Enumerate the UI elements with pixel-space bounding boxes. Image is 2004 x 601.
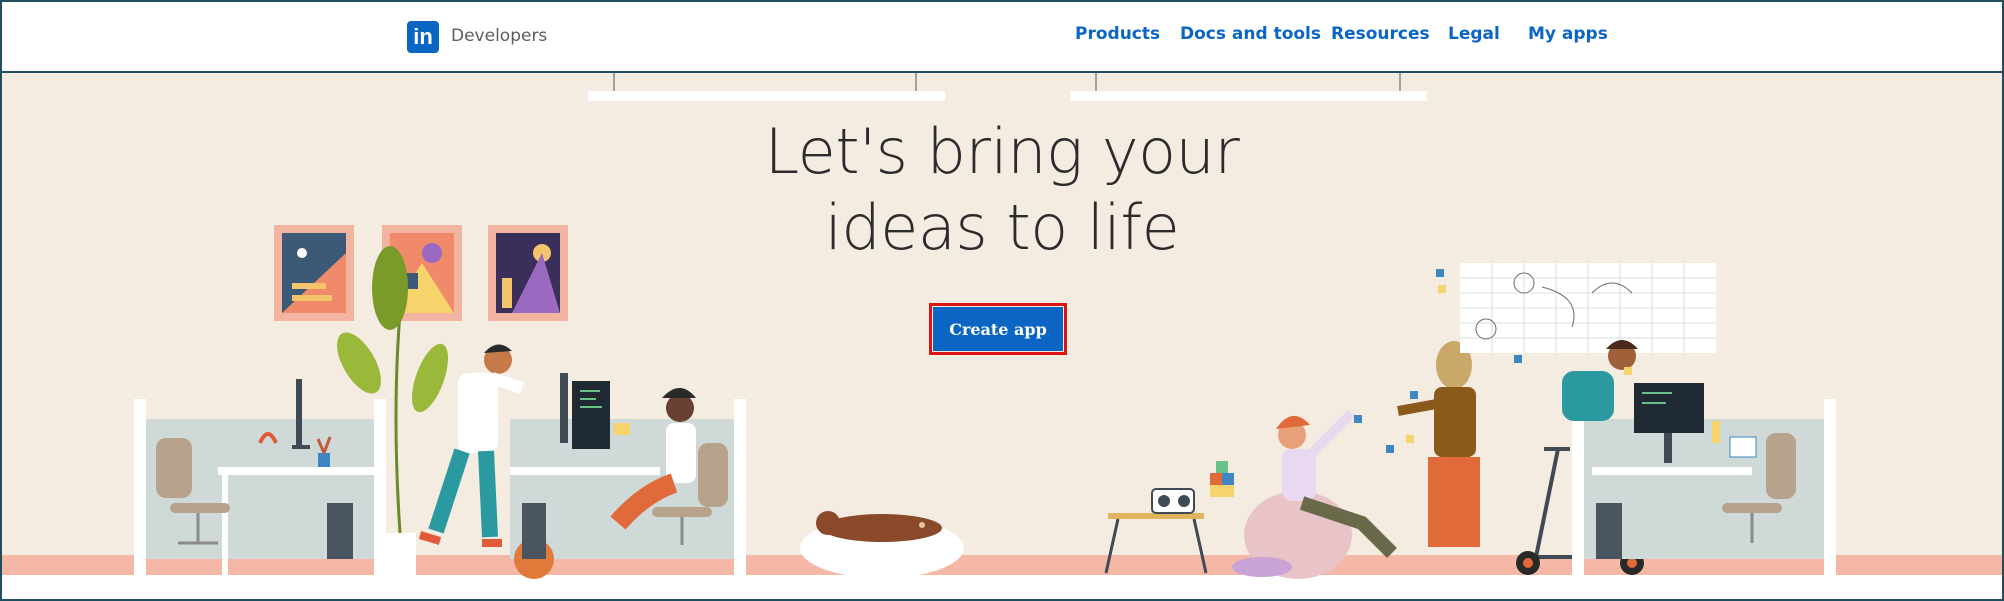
nav-my-apps[interactable]: My apps — [1528, 24, 1608, 44]
ceiling-lights — [588, 73, 1427, 101]
hero-headline-line-2: ideas to life — [824, 191, 1180, 264]
browser-viewport: in Developers Products Docs and tools Re… — [0, 0, 2004, 601]
linkedin-logo-icon[interactable]: in — [407, 21, 439, 53]
nav-products[interactable]: Products — [1075, 24, 1160, 44]
nav-docs-and-tools[interactable]: Docs and tools — [1180, 24, 1321, 44]
brand-name[interactable]: Developers — [451, 26, 547, 46]
floor — [2, 575, 2002, 599]
hero-headline-line-1: Let's bring your — [764, 115, 1240, 188]
dog-on-bed — [800, 511, 964, 578]
person-on-beanbag — [1232, 409, 1414, 579]
top-navigation-bar: in Developers Products Docs and tools Re… — [2, 2, 2002, 73]
hero-headline: Let's bring your ideas to life — [642, 114, 1362, 266]
nav-resources[interactable]: Resources — [1331, 24, 1430, 44]
create-app-button[interactable]: Create app — [933, 307, 1063, 351]
whiteboard — [1436, 263, 1716, 363]
person-with-hijab — [1397, 341, 1480, 547]
wall-art — [274, 225, 568, 321]
nav-legal[interactable]: Legal — [1448, 24, 1500, 44]
